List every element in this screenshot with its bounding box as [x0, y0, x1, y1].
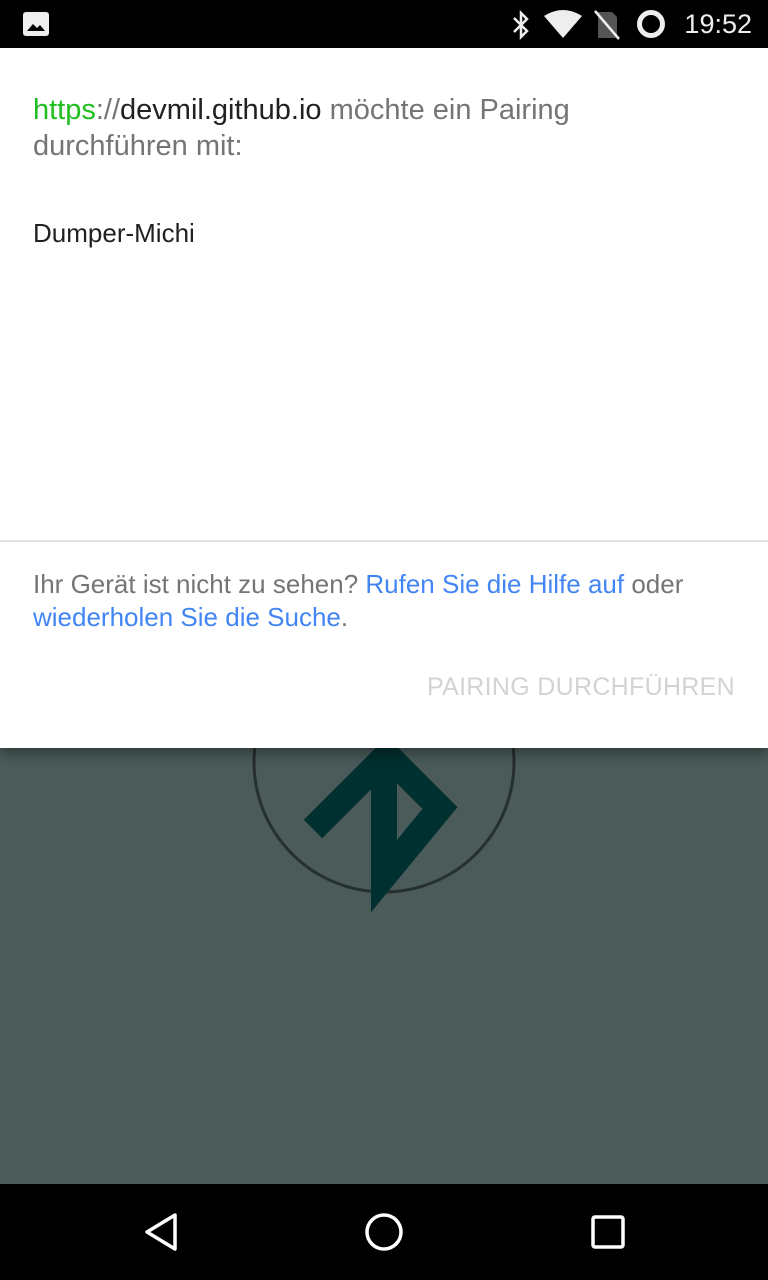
recents-icon[interactable]: [590, 1214, 626, 1250]
pairing-dialog: https://devmil.github.io möchte ein Pair…: [0, 48, 768, 748]
bluetooth-icon: [252, 748, 516, 913]
divider: [0, 540, 768, 542]
navigation-bar: [0, 1184, 768, 1280]
help-link[interactable]: Rufen Sie die Hilfe auf: [365, 569, 624, 599]
bluetooth-icon: [513, 10, 529, 40]
device-list-item[interactable]: Dumper-Michi: [33, 218, 195, 249]
home-icon[interactable]: [364, 1212, 404, 1252]
app-background: [0, 748, 768, 1184]
retry-search-link[interactable]: wiederholen Sie die Suche: [33, 602, 341, 632]
clock: 19:52: [684, 9, 752, 39]
status-bar: 19:52: [0, 0, 768, 48]
image-notification-icon: [23, 12, 49, 36]
sync-progress-icon: [637, 10, 665, 38]
wifi-icon: [544, 10, 582, 38]
back-icon[interactable]: [142, 1212, 180, 1252]
help-text: Ihr Gerät ist nicht zu sehen? Rufen Sie …: [33, 569, 684, 632]
pair-button[interactable]: PAIRING DURCHFÜHREN: [427, 673, 735, 702]
dialog-title: https://devmil.github.io möchte ein Pair…: [33, 94, 570, 162]
no-sim-icon: [594, 10, 620, 40]
